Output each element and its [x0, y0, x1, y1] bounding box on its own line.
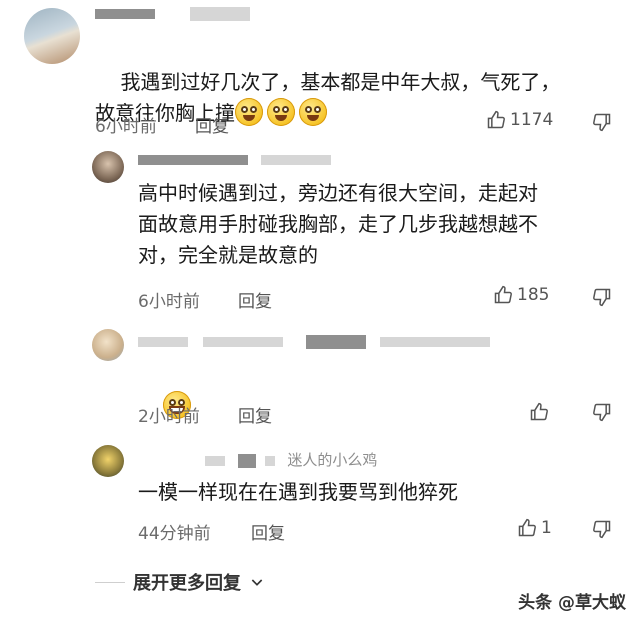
comment-time: 2小时前 — [138, 407, 200, 427]
like-button[interactable] — [529, 402, 549, 422]
avatar[interactable] — [92, 329, 124, 361]
thumb-down-icon — [592, 287, 612, 307]
avatar[interactable] — [24, 8, 80, 64]
comment-text: 一模一样现在在遇到我要骂到他猝死 — [138, 480, 458, 504]
comment-text: 高中时候遇到过，旁边还有很大空间，走起对 面故意用手肘碰我胸部，走了几步我越想越… — [138, 181, 538, 267]
like-button[interactable]: 1 — [517, 518, 552, 538]
divider-line — [95, 581, 125, 583]
like-count: 185 — [517, 285, 550, 305]
like-count: 1174 — [510, 110, 554, 130]
username-blurred[interactable] — [138, 332, 491, 350]
like-count: 1 — [541, 518, 552, 538]
comment-1: 我遇到过好几次了，基本都是中年大叔，气死了， 故意往你胸上撞 6小时前 回复 1… — [0, 0, 640, 150]
reply-button[interactable]: 回复 — [195, 112, 229, 137]
grin-emoji-icon — [235, 98, 263, 126]
comment-2: 高中时候遇到过，旁边还有很大空间，走起对 面故意用手肘碰我胸部，走了几步我越想越… — [0, 140, 640, 320]
grin-emoji-icon — [267, 98, 295, 126]
username[interactable]: 迷人的小么鸡 — [205, 449, 377, 470]
comment-3: 2小时前 回复 — [0, 320, 640, 435]
comment-time: 6小时前 — [95, 117, 157, 137]
watermark: 头条 @草大蚁 — [518, 593, 626, 613]
dislike-button[interactable] — [592, 287, 612, 307]
expand-more-replies-button[interactable]: 展开更多回复 — [95, 569, 265, 595]
chevron-down-icon — [249, 574, 265, 590]
reply-button[interactable]: 回复 — [251, 519, 285, 544]
thumb-up-icon — [529, 402, 549, 422]
comment-time: 6小时前 — [138, 292, 200, 312]
dislike-button[interactable] — [592, 519, 612, 539]
like-button[interactable]: 1174 — [486, 110, 553, 130]
thumb-down-icon — [592, 519, 612, 539]
avatar[interactable] — [92, 445, 124, 477]
reply-button[interactable]: 回复 — [238, 287, 272, 312]
thumb-down-icon — [592, 112, 612, 132]
thumb-up-icon — [486, 110, 506, 130]
expand-label: 展开更多回复 — [133, 573, 241, 594]
username-text: 迷人的小么鸡 — [287, 451, 378, 469]
comment-4: 迷人的小么鸡 一模一样现在在遇到我要骂到他猝死 44分钟前 回复 1 — [0, 435, 640, 550]
comment-time: 44分钟前 — [138, 524, 211, 544]
reply-button[interactable]: 回复 — [238, 402, 272, 427]
grin-emoji-icon — [299, 98, 327, 126]
username-blurred[interactable] — [95, 4, 250, 22]
like-button[interactable]: 185 — [493, 285, 549, 305]
dislike-button[interactable] — [592, 402, 612, 422]
thumb-up-icon — [517, 518, 537, 538]
thumb-down-icon — [592, 402, 612, 422]
avatar[interactable] — [92, 151, 124, 183]
username-blurred[interactable] — [138, 150, 331, 168]
dislike-button[interactable] — [592, 112, 612, 132]
thumb-up-icon — [493, 285, 513, 305]
